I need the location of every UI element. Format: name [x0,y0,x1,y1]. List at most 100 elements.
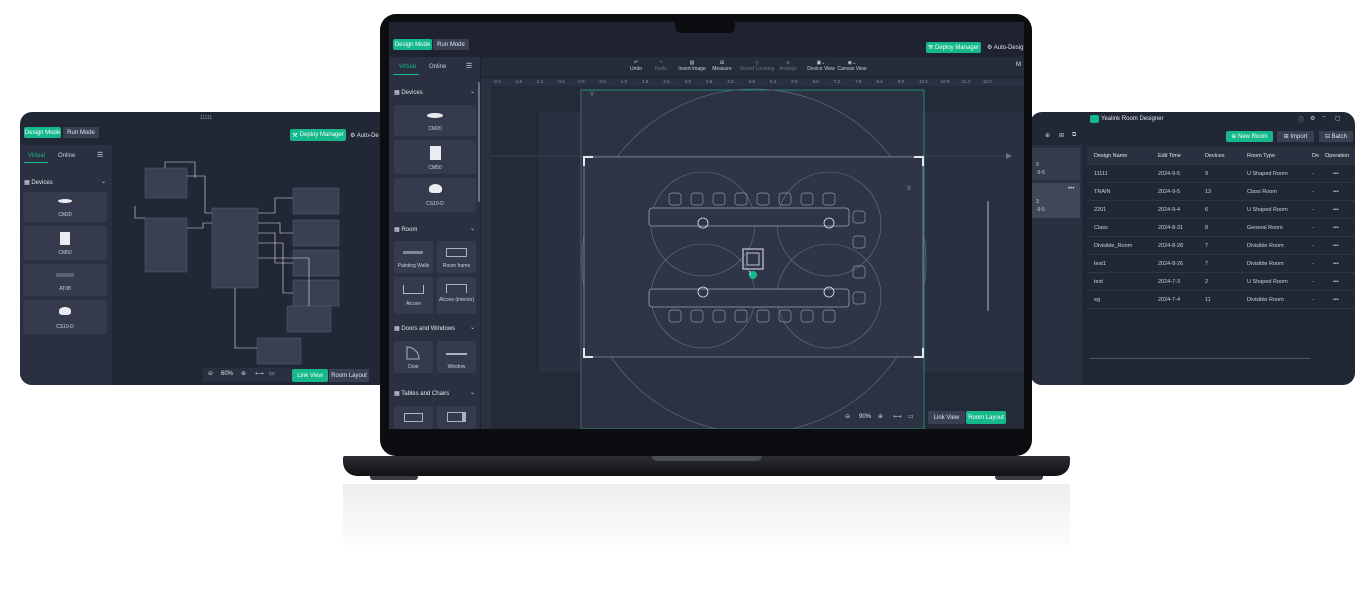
zoom-out-icon[interactable]: ⊖ [208,370,213,377]
room-layout-button[interactable]: Room Layout [329,369,369,382]
room-item-painting-walls[interactable]: Painting Walls [394,241,433,273]
table-row[interactable]: 11111 2024-9-5 9 U Shaped Room - ••• [1087,165,1355,183]
col-room-type[interactable]: Room Type [1247,153,1275,159]
import-icon[interactable]: ⊞ [1059,132,1064,139]
table-row[interactable]: Class 2024-8-31 8 General Room - ••• [1087,219,1355,237]
redo-button[interactable]: ↷ Redo [651,60,671,72]
link-canvas[interactable] [115,148,392,385]
undo-button[interactable]: ↶ Undo [626,60,646,72]
chevron-down-icon[interactable]: ⌄ [470,389,475,396]
design-mode-button[interactable]: Design Mode [393,39,432,50]
tables-header[interactable]: ▦ Tables and Chairs [394,390,449,397]
new-room-button[interactable]: ⊕ New Room [1226,131,1273,142]
auto-design-button[interactable]: ⚙ Auto-Desig [987,44,1023,51]
list-icon[interactable]: ☰ [466,62,472,70]
add-icon[interactable]: ⊕ [1045,132,1050,139]
chevron-down-icon[interactable]: ⌄ [101,178,106,185]
auto-design-button[interactable]: ⚙ Auto-De [350,132,379,139]
table-row[interactable]: Divisible_Room 2024-8-28 7 Divisible Room - •… [1087,237,1355,255]
chevron-down-icon[interactable]: ⌄ [470,324,475,331]
device-card-cm20[interactable]: CM20 [23,192,107,222]
device-card-cm50[interactable]: CM50 [23,226,107,260]
room-item-alcove-interior[interactable]: Alcove (interior) [437,277,476,314]
cell-time: 2024-7-3 [1158,278,1181,285]
more-options-icon[interactable]: ••• [1333,261,1339,267]
settings-icon[interactable]: ⚙ [1310,115,1315,122]
room-item-room-frame[interactable]: Room frame [437,241,476,273]
link-view-button[interactable]: Link View [292,369,328,382]
chevron-down-icon[interactable]: ⌄ [470,225,475,232]
list-icon[interactable]: ☰ [97,151,103,159]
device-card-cs10d[interactable]: CS10-D [23,300,107,334]
fit-width-icon[interactable]: ⟷ [255,370,264,377]
map-icon[interactable]: ▭ [269,370,275,377]
table-row[interactable]: eg 2024-7-4 11 Divisible Room - ••• [1087,291,1355,309]
tab-online[interactable]: Online [58,153,75,159]
room-canvas[interactable]: 1 X Y [491,86,1024,429]
device-card-cm50[interactable]: CM50 [394,140,476,174]
table-row[interactable]: test 2024-7-3 2 U Shaped Room - ••• [1087,273,1355,291]
col-edit-time[interactable]: Edit Time [1158,153,1181,159]
room-thumb-2[interactable]: ••• 3 -9-5 [1032,183,1080,218]
ruler-tick: 0.6 [599,79,606,84]
col-devices[interactable]: Devices [1205,153,1225,159]
minimize-icon[interactable]: – [1322,114,1325,120]
maximize-icon[interactable]: ▢ [1335,115,1341,122]
more-options-icon[interactable]: ••• [1333,171,1339,177]
zoom-in-icon[interactable]: ⊕ [878,413,883,420]
run-mode-button[interactable]: Run Mode [433,39,469,50]
tab-online[interactable]: Online [429,64,446,70]
tab-virtual[interactable]: Virtual [28,153,45,159]
door-item[interactable]: Door [394,341,433,373]
help-icon[interactable]: ⓘ [1298,115,1304,124]
table-item[interactable] [394,406,433,429]
measure-button[interactable]: ⊞ Measure [711,60,733,72]
more-options-icon[interactable]: ••• [1333,297,1339,303]
chevron-down-icon[interactable]: ⌄ [470,88,475,95]
sound-locating-button[interactable]: ◎ Sound Locating [737,60,777,72]
room-item-alcove[interactable]: Alcove [394,277,433,314]
more-options-icon[interactable]: ••• [1333,279,1339,285]
devices-header[interactable]: ▦ Devices [394,89,423,96]
fit-width-icon[interactable]: ⟷ [893,413,902,420]
sidebar-scrollbar[interactable] [478,82,480,202]
auto-design-label: Auto-De [356,133,379,139]
devices-header[interactable]: ▦ Devices [24,179,53,186]
map-icon[interactable]: ▭ [908,413,914,420]
table-row[interactable]: 2201 2024-9-4 6 U Shaped Room - ••• [1087,201,1355,219]
tab-virtual[interactable]: Virtual [399,64,416,70]
deploy-manager-button[interactable]: ⚒ Deploy Manager [290,129,346,141]
more-options-icon[interactable]: ••• [1333,189,1339,195]
table-row[interactable]: TRAIN 2024-9-5 13 Class Room - ••• [1087,183,1355,201]
arrange-button[interactable]: ◈ Arrange [777,60,799,72]
import-button[interactable]: ⊞ Import [1277,131,1314,142]
window-item[interactable]: Window [437,341,476,373]
table-row[interactable]: test1 2024-8-26 7 Divisible Room - ••• [1087,255,1355,273]
zoom-out-icon[interactable]: ⊖ [845,413,850,420]
canvas-view-button[interactable]: ◉⌄ Canvas View [837,60,867,72]
room-thumb-1[interactable]: 9 -9-5 [1032,148,1080,180]
device-badge[interactable]: 1 [740,271,760,277]
col-design-name[interactable]: Design Name [1094,153,1127,159]
zoom-in-icon[interactable]: ⊕ [241,370,246,377]
doors-header[interactable]: ▦ Doors and Windows [394,325,455,332]
batch-button[interactable]: ⊟ Batch [1319,131,1353,142]
device-card-at08[interactable]: AT08 [23,264,107,296]
device-card-cs10d[interactable]: CS10-D [394,178,476,212]
more-options-icon[interactable]: ••• [1333,243,1339,249]
device-view-button[interactable]: ▣⌄ Device View [807,60,835,72]
scrollbar[interactable] [1090,358,1310,359]
link-view-button[interactable]: Link View [928,411,965,424]
more-options-icon[interactable]: ••• [1333,207,1339,213]
deploy-manager-button[interactable]: ⚒ Deploy Manager [926,42,981,53]
insert-image-button[interactable]: ▨ Insert image [677,60,707,72]
design-mode-button[interactable]: Design Mode [24,127,61,138]
run-mode-button[interactable]: Run Mode [63,127,99,138]
table-item-2[interactable] [437,406,476,429]
more-icon[interactable]: ••• [1068,186,1074,192]
more-options-icon[interactable]: ••• [1333,225,1339,231]
export-icon[interactable]: ⧉ [1072,132,1076,139]
device-card-cm20[interactable]: CM20 [394,105,476,136]
room-header[interactable]: ▦ Room [394,226,417,233]
room-layout-button[interactable]: Room Layout [966,411,1006,424]
